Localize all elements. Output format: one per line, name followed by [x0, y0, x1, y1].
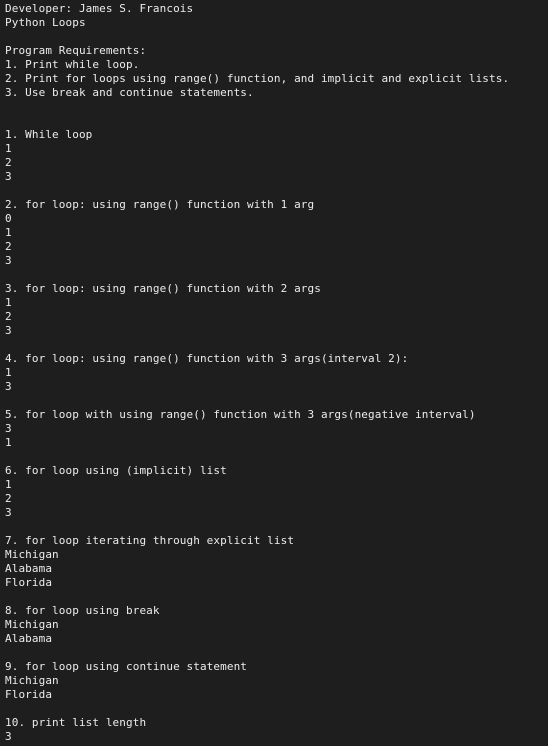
terminal-line: Michigan	[5, 548, 59, 561]
terminal-line: Developer: James S. Francois	[5, 2, 194, 15]
terminal-line: 1	[5, 142, 12, 155]
terminal-line: 3	[5, 422, 12, 435]
terminal-line: 3	[5, 324, 12, 337]
terminal-line: 2	[5, 156, 12, 169]
terminal-line: 10. print list length	[5, 716, 147, 729]
terminal-line: Alabama	[5, 632, 53, 645]
terminal-line: 1	[5, 366, 12, 379]
terminal-line: 2. Print for loops using range() functio…	[5, 72, 510, 85]
terminal-line: 8. for loop using break	[5, 604, 160, 617]
terminal-line: 2	[5, 240, 12, 253]
terminal-line: 3	[5, 506, 12, 519]
terminal-line: 3	[5, 254, 12, 267]
terminal-line: 3	[5, 730, 12, 743]
terminal-line: 1	[5, 436, 12, 449]
terminal-line: 5. for loop with using range() function …	[5, 408, 476, 421]
terminal-line: Python Loops	[5, 16, 86, 29]
terminal-line: 2	[5, 310, 12, 323]
terminal-line: 1. Print while loop.	[5, 58, 140, 71]
terminal-line: 1	[5, 478, 12, 491]
terminal-line: 6. for loop using (implicit) list	[5, 464, 227, 477]
terminal-line: Program Requirements:	[5, 44, 147, 57]
terminal-line: Florida	[5, 688, 53, 701]
terminal-line: 9. for loop using continue statement	[5, 660, 248, 673]
terminal-line: 2	[5, 492, 12, 505]
terminal-line: 4. for loop: using range() function with…	[5, 352, 409, 365]
terminal-line: Florida	[5, 576, 53, 589]
terminal-line: Michigan	[5, 618, 59, 631]
terminal-line: 3. Use break and continue statements.	[5, 86, 254, 99]
terminal-line: 7. for loop iterating through explicit l…	[5, 534, 295, 547]
terminal-line: Michigan	[5, 674, 59, 687]
terminal-line: 0	[5, 212, 12, 225]
terminal-line: 3. for loop: using range() function with…	[5, 282, 321, 295]
terminal-line: 1. While loop	[5, 128, 93, 141]
terminal-output[interactable]: Developer: James S. Francois Python Loop…	[0, 0, 548, 746]
terminal-line: 3	[5, 380, 12, 393]
terminal-line: 2. for loop: using range() function with…	[5, 198, 315, 211]
terminal-line: 1	[5, 296, 12, 309]
terminal-line: 3	[5, 170, 12, 183]
terminal-line: 1	[5, 226, 12, 239]
terminal-line: Alabama	[5, 562, 53, 575]
